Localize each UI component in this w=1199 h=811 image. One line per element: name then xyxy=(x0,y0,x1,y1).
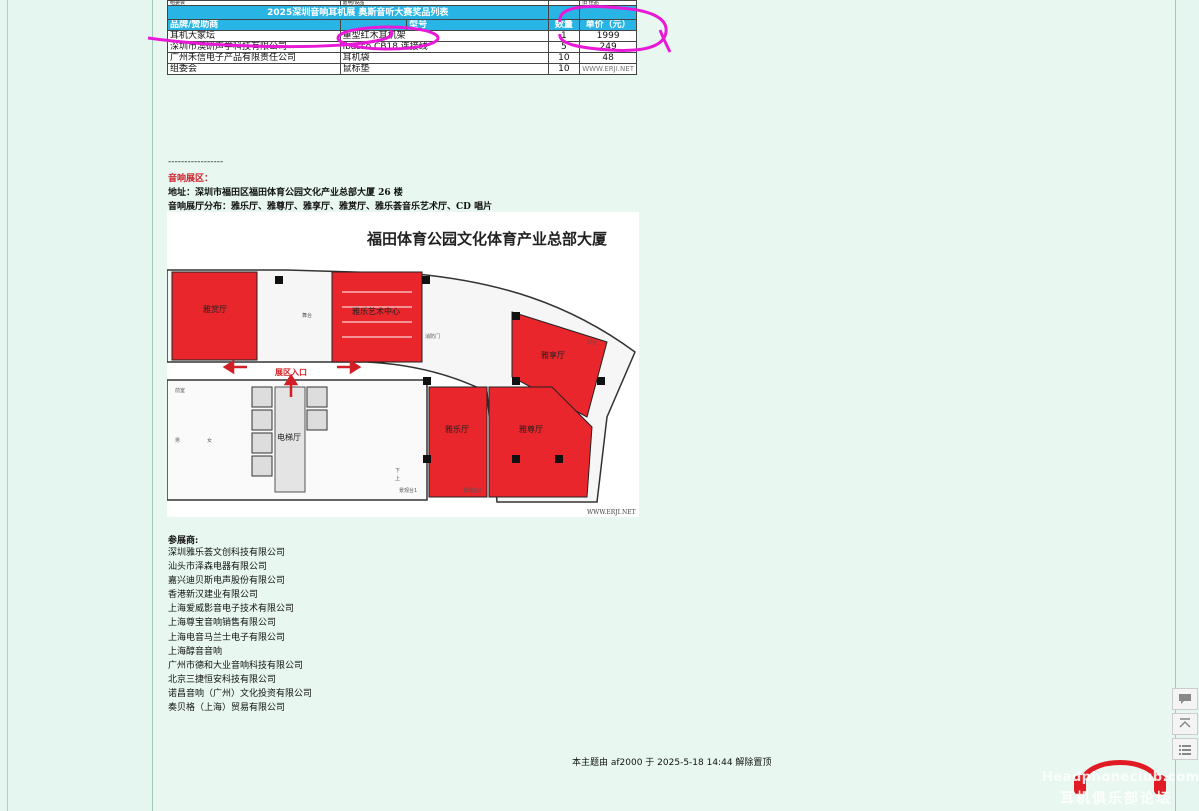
minor-label: 消防门 xyxy=(425,333,440,340)
room-label: 雅乐厅 xyxy=(445,424,469,434)
header-blank xyxy=(339,19,408,31)
minor-label: 景观台2 xyxy=(463,487,481,494)
list-item: 广州市德和大业音响科技有限公司 xyxy=(168,660,304,671)
qty-cell: 10 xyxy=(547,52,581,64)
brand-cell: 深圳市澳研声学科技有限公司 xyxy=(167,41,341,53)
map-watermark: WWW.ERJI.NET xyxy=(587,509,636,516)
room-label: 雅尊厅 xyxy=(519,424,543,434)
minor-label: 前室 xyxy=(175,387,185,394)
minor-label: 阳台 xyxy=(587,339,597,346)
page-edge-line xyxy=(7,0,8,811)
price-cell: WWW.ERJI.NET xyxy=(579,63,637,75)
table-header-row: 品牌/赞助商 型号 数量 单价（元） xyxy=(167,19,637,31)
header-price: 单价（元） xyxy=(579,19,637,31)
list-item: 上海尊宝音响销售有限公司 xyxy=(168,618,277,629)
item-cell: ibasso CB18 连接线 xyxy=(339,41,549,53)
room-label: 电梯厅 xyxy=(277,432,301,442)
map-title: 福田体育公园文化体育产业总部大厦 xyxy=(366,230,608,248)
list-item: 诺昌音响（广州）文化投资有限公司 xyxy=(168,688,313,699)
qty-cell: 1 xyxy=(547,30,581,42)
floor-plan-image: 福田体育公园文化体育产业总部大厦 雅赏厅 雅乐艺术中心 雅享厅 雅乐厅 雅尊厅 … xyxy=(167,212,639,517)
table-row: 组委会 鼠标垫 10 WWW.ERJI.NET xyxy=(167,63,637,75)
minor-label: 下 xyxy=(395,468,400,474)
room-label: 雅赏厅 xyxy=(203,304,227,314)
table-title: 2025深圳音响耳机展 奥斯音听大赛奖品列表 xyxy=(167,5,549,20)
exhibitors-title: 参展商: xyxy=(168,536,199,546)
list-item: 汕头市泽森电器有限公司 xyxy=(168,562,268,573)
table-row: 深圳市澳研声学科技有限公司 ibasso CB18 连接线 5 249 xyxy=(167,41,637,53)
section-title: 音响展区： xyxy=(168,174,214,184)
back-to-top-icon[interactable] xyxy=(1172,713,1198,735)
room-label: 雅乐艺术中心 xyxy=(352,306,400,316)
list-item: 上海爱威影音电子技术有限公司 xyxy=(168,604,295,615)
logo-text-en: Headphoneclub.com xyxy=(1042,770,1199,785)
brand-cell: 耳机大家坛 xyxy=(167,30,341,42)
post-footer-note: 本主题由 af2000 于 2025-5-18 14:44 解除置顶 xyxy=(572,758,772,768)
entrance-label: 展区入口 xyxy=(274,368,307,377)
list-item: 奏贝格（上海）贸易有限公司 xyxy=(168,703,286,714)
exhibitor-list: 深圳雅乐荟文创科技有限公司 汕头市泽森电器有限公司 嘉兴迪贝斯电声股份有限公司 … xyxy=(168,546,312,715)
halls-line: 音响展厅分布：雅乐厅、雅尊厅、雅享厅、雅赏厅、雅乐荟音乐艺术厅、CD 唱片 xyxy=(168,202,493,212)
list-item: 深圳雅乐荟文创科技有限公司 xyxy=(168,548,286,558)
minor-label: 上 xyxy=(395,475,400,482)
table-row: 广州禾信电子产品有限责任公司 耳机袋 10 48 xyxy=(167,52,637,64)
comment-icon[interactable] xyxy=(1172,688,1198,710)
logo-text-cn: 耳机俱乐部论坛 xyxy=(1060,791,1172,807)
brand-cell: 广州禾信电子产品有限责任公司 xyxy=(167,52,341,64)
price-cell: 48 xyxy=(579,52,637,64)
list-item: 香港新汉建业有限公司 xyxy=(168,590,259,601)
minor-label: 女 xyxy=(207,437,212,444)
item-cell: 耳机袋 xyxy=(339,52,549,64)
header-model: 型号 xyxy=(406,19,549,31)
price-cell: 249 xyxy=(579,41,637,53)
header-qty: 数量 xyxy=(547,19,581,31)
table-cell xyxy=(547,5,581,20)
list-item: 北京三捷恒安科技有限公司 xyxy=(168,674,277,685)
prize-table: 组委会 嘉明/设品 旧 佳品 2025深圳音响耳机展 奥斯音听大赛奖品列表 品牌… xyxy=(167,0,637,75)
minor-label: 景观台1 xyxy=(399,487,417,494)
item-cell: 重型红木耳机架 xyxy=(339,30,549,42)
separator: ----------------- xyxy=(168,157,224,167)
minor-label: 男 xyxy=(175,438,180,444)
table-title-row: 2025深圳音响耳机展 奥斯音听大赛奖品列表 xyxy=(167,5,637,20)
brand-cell: 组委会 xyxy=(167,63,341,75)
qty-cell: 10 xyxy=(547,63,581,75)
price-cell: 1999 xyxy=(579,30,637,42)
table-cell xyxy=(579,5,637,20)
list-item: 上海醇音音响 xyxy=(168,646,223,657)
table-row: 耳机大家坛 重型红木耳机架 1 1999 xyxy=(167,30,637,42)
minor-label: 舞台 xyxy=(302,312,312,319)
header-brand: 品牌/赞助商 xyxy=(167,19,341,31)
list-item: 嘉兴迪贝斯电声股份有限公司 xyxy=(168,576,286,587)
address-line: 地址：深圳市福田区福田体育公园文化产业总部大厦 26 楼 xyxy=(168,188,403,198)
list-item: 上海电音马兰士电子有限公司 xyxy=(168,632,286,643)
room-label: 雅享厅 xyxy=(541,350,565,360)
qty-cell: 5 xyxy=(547,41,581,53)
item-cell: 鼠标垫 xyxy=(339,63,549,75)
